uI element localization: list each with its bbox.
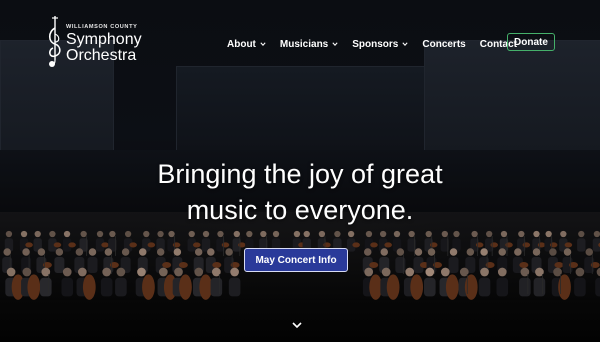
hero-section: WILLIAMSON COUNTY Symphony Orchestra Abo… (0, 0, 600, 342)
chevron-down-icon (402, 42, 408, 47)
right-projection-screen (424, 40, 600, 152)
nav-item-concerts[interactable]: Concerts (422, 39, 465, 50)
logo-county-text: WILLIAMSON COUNTY (66, 24, 138, 30)
chevron-down-icon (332, 42, 338, 47)
scroll-down-chevron-icon[interactable] (291, 320, 303, 330)
nav-item-label: About (227, 38, 256, 50)
nav-item-about[interactable]: About (227, 39, 266, 50)
nav-item-label: Concerts (422, 38, 466, 50)
hero-headline-line1: Bringing the joy of great (157, 159, 443, 189)
may-concert-info-button[interactable]: May Concert Info (244, 248, 348, 272)
treble-clef-violin-icon (48, 16, 61, 67)
nav-item-musicians[interactable]: Musicians (280, 39, 338, 50)
chevron-down-icon (260, 42, 266, 47)
nav-item-label: Sponsors (352, 38, 399, 50)
center-projection-screen (176, 66, 426, 152)
hero-headline: Bringing the joy of great music to every… (0, 156, 600, 228)
nav-item-sponsors[interactable]: Sponsors (352, 39, 408, 50)
site-logo[interactable]: WILLIAMSON COUNTY Symphony Orchestra (44, 12, 154, 70)
donate-button[interactable]: Donate (507, 33, 555, 51)
logo-symphony-text: Symphony (66, 31, 142, 48)
nav-item-label: Musicians (279, 38, 329, 50)
hero-headline-line2: music to everyone. (186, 195, 414, 225)
main-nav: About Musicians Sponsors Concerts Contac… (227, 34, 531, 54)
logo-orchestra-text: Orchestra (66, 47, 137, 64)
